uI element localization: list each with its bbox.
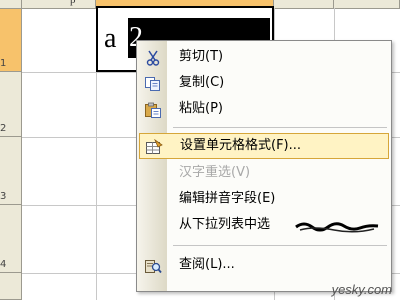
row-header[interactable]: 4 — [0, 205, 22, 273]
scissors-icon — [144, 50, 162, 66]
corner-select-all[interactable] — [0, 0, 22, 8]
column-header[interactable] — [334, 0, 400, 8]
format-cells-icon — [145, 138, 163, 155]
spreadsheet-grid: p 1 2 3 4 a 2 剪切(T) 复制(C) 粘贴(P) 设置单元格格式(… — [0, 0, 400, 300]
cell-text: a — [104, 23, 117, 54]
menu-separator — [173, 127, 387, 128]
menu-item-reselect-hanzi[interactable]: 汉字重选(V) — [139, 161, 389, 187]
menu-item-edit-pinyin[interactable]: 编辑拼音字段(E) — [139, 187, 389, 213]
row-header-selected[interactable]: 1 — [0, 9, 22, 72]
watermark-text: yesky.com — [331, 282, 392, 297]
menu-item-cut[interactable]: 剪切(T) — [139, 45, 389, 71]
row-header[interactable] — [0, 273, 22, 300]
menu-item-paste[interactable]: 粘贴(P) — [139, 97, 389, 123]
menu-item-copy[interactable]: 复制(C) — [139, 71, 389, 97]
row-header-label: 3 — [0, 191, 7, 202]
menu-item-pick-from-list[interactable]: 从下拉列表中选 — [139, 213, 389, 239]
menu-item-label: 剪切(T) — [179, 49, 224, 64]
paste-icon — [144, 102, 162, 118]
menu-separator — [173, 245, 387, 246]
row-header-label: 4 — [0, 259, 7, 270]
menu-item-label: 编辑拼音字段(E) — [179, 191, 276, 206]
research-icon — [144, 258, 162, 274]
menu-item-format-cells[interactable]: 设置单元格格式(F)... — [139, 133, 389, 159]
row-header-label: 2 — [0, 123, 7, 134]
watermark-smear — [294, 219, 380, 233]
context-menu: 剪切(T) 复制(C) 粘贴(P) 设置单元格格式(F)... 汉字重选(V) … — [136, 40, 392, 292]
column-header[interactable]: p — [22, 0, 96, 8]
row-header[interactable]: 2 — [0, 72, 22, 137]
menu-item-label: 设置单元格格式(F)... — [180, 138, 302, 153]
menu-item-label: 复制(C) — [179, 75, 225, 90]
row-header-label: 1 — [0, 58, 7, 69]
menu-item-label: 从下拉列表中选 — [179, 217, 271, 232]
copy-icon — [144, 76, 162, 92]
row-header[interactable]: 3 — [0, 137, 22, 205]
menu-item-label: 查阅(L)... — [179, 257, 235, 272]
menu-item-label: 粘贴(P) — [179, 101, 223, 116]
menu-item-research[interactable]: 查阅(L)... — [139, 253, 389, 279]
column-header[interactable] — [274, 0, 334, 8]
column-header-label: p — [70, 0, 76, 6]
menu-item-label: 汉字重选(V) — [179, 165, 251, 180]
